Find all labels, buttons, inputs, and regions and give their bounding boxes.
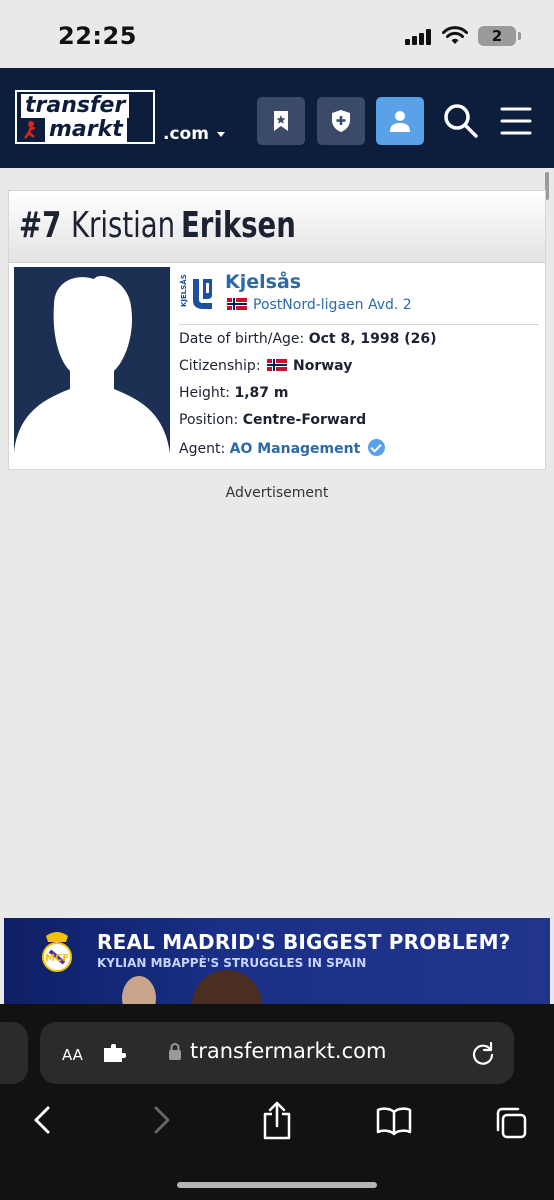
- position-label: Position:: [179, 412, 239, 428]
- domain-suffix: .com: [163, 124, 209, 144]
- dob-row: Date of birth/Age: Oct 8, 1998 (26): [179, 331, 437, 347]
- player-title: #7 Kristian Eriksen: [9, 191, 545, 263]
- battery-tip: [518, 32, 521, 40]
- battery-icon: 2: [478, 26, 516, 46]
- domain-selector[interactable]: .com: [163, 124, 225, 144]
- player-photo-placeholder: [14, 267, 170, 453]
- height-value: 1,87 m: [234, 385, 289, 401]
- home-indicator[interactable]: [177, 1182, 377, 1188]
- back-icon[interactable]: [30, 1104, 54, 1136]
- agent-row: Agent: AO Management: [179, 439, 386, 457]
- cellular-signal-icon: [405, 29, 433, 45]
- real-madrid-crest-icon: MCF: [42, 932, 72, 972]
- silhouette-avatar-icon: [14, 275, 170, 453]
- player-first-name: Kristian: [71, 205, 176, 246]
- profile-button[interactable]: [376, 97, 424, 145]
- divider: [179, 324, 539, 325]
- verified-check-icon: [368, 439, 386, 456]
- citizenship-value: Norway: [293, 358, 353, 374]
- citizenship-label: Citizenship:: [179, 358, 261, 374]
- dob-label: Date of birth/Age:: [179, 331, 305, 347]
- previous-tab-preview[interactable]: [0, 1022, 28, 1084]
- wifi-icon: [442, 26, 468, 44]
- site-header: transfer markt .com: [0, 68, 554, 168]
- league-link[interactable]: PostNord-ligaen Avd. 2: [227, 297, 412, 313]
- address-bar[interactable]: AA transfermarkt.com: [40, 1022, 514, 1084]
- shield-plus-icon: [332, 110, 350, 132]
- shirt-number: #7: [19, 205, 62, 246]
- bookmark-star-icon: [274, 111, 288, 131]
- club-link[interactable]: Kjelsås: [225, 271, 301, 293]
- text-size-button[interactable]: AA: [62, 1041, 83, 1065]
- league-name: PostNord-ligaen Avd. 2: [253, 297, 412, 313]
- forward-icon[interactable]: [150, 1104, 174, 1136]
- svg-text:MCF: MCF: [45, 953, 69, 964]
- add-club-button[interactable]: [317, 97, 365, 145]
- banner-headline: REAL MADRID'S BIGGEST PROBLEM?: [97, 930, 511, 954]
- search-icon[interactable]: [443, 103, 479, 139]
- agent-label: Agent:: [179, 441, 226, 457]
- agent-link[interactable]: AO Management: [230, 441, 361, 457]
- menu-icon[interactable]: [500, 106, 532, 136]
- user-icon: [390, 111, 410, 132]
- lock-icon: [169, 1043, 181, 1060]
- player-last-name: Eriksen: [181, 205, 296, 246]
- bookmarks-book-icon[interactable]: [376, 1106, 412, 1136]
- height-row: Height: 1,87 m: [179, 385, 288, 401]
- position-value: Centre-Forward: [242, 412, 367, 428]
- transfermarkt-logo[interactable]: transfer markt: [15, 90, 155, 144]
- text-size-label: AA: [62, 1046, 83, 1064]
- svg-text:KJELSÅS: KJELSÅS: [179, 274, 188, 307]
- height-label: Height:: [179, 385, 230, 401]
- reload-icon[interactable]: [470, 1040, 496, 1066]
- url-text: transfermarkt.com: [190, 1039, 387, 1063]
- extension-puzzle-icon[interactable]: [102, 1044, 126, 1064]
- position-row: Position: Centre-Forward: [179, 412, 366, 428]
- status-bar: 22:25 2: [0, 0, 554, 68]
- tabs-icon[interactable]: [494, 1106, 528, 1140]
- club-crest-icon[interactable]: KJELSÅS: [179, 273, 213, 313]
- logo-text-bottom: markt: [45, 118, 127, 142]
- norway-flag-icon: [267, 359, 287, 371]
- advertisement-label: Advertisement: [225, 485, 329, 501]
- share-icon[interactable]: [261, 1100, 293, 1140]
- logo-player-icon: [24, 121, 36, 139]
- logo-text-top: transfer: [21, 94, 130, 118]
- player-header-card: #7 Kristian Eriksen KJELSÅS Kjelsås Post…: [8, 190, 546, 470]
- bookmark-button[interactable]: [257, 97, 305, 145]
- status-time: 22:25: [58, 22, 137, 50]
- dob-value: Oct 8, 1998 (26): [308, 331, 437, 347]
- citizenship-row: Citizenship: Norway: [179, 358, 352, 374]
- browser-toolbar: AA transfermarkt.com: [0, 1004, 554, 1200]
- video-ad-banner[interactable]: MCF REAL MADRID'S BIGGEST PROBLEM? KYLIA…: [4, 918, 550, 1018]
- norway-flag-icon: [227, 298, 247, 310]
- chevron-down-icon: [216, 131, 225, 137]
- banner-subline: KYLIAN MBAPPÈ'S STRUGGLES IN SPAIN: [97, 956, 367, 970]
